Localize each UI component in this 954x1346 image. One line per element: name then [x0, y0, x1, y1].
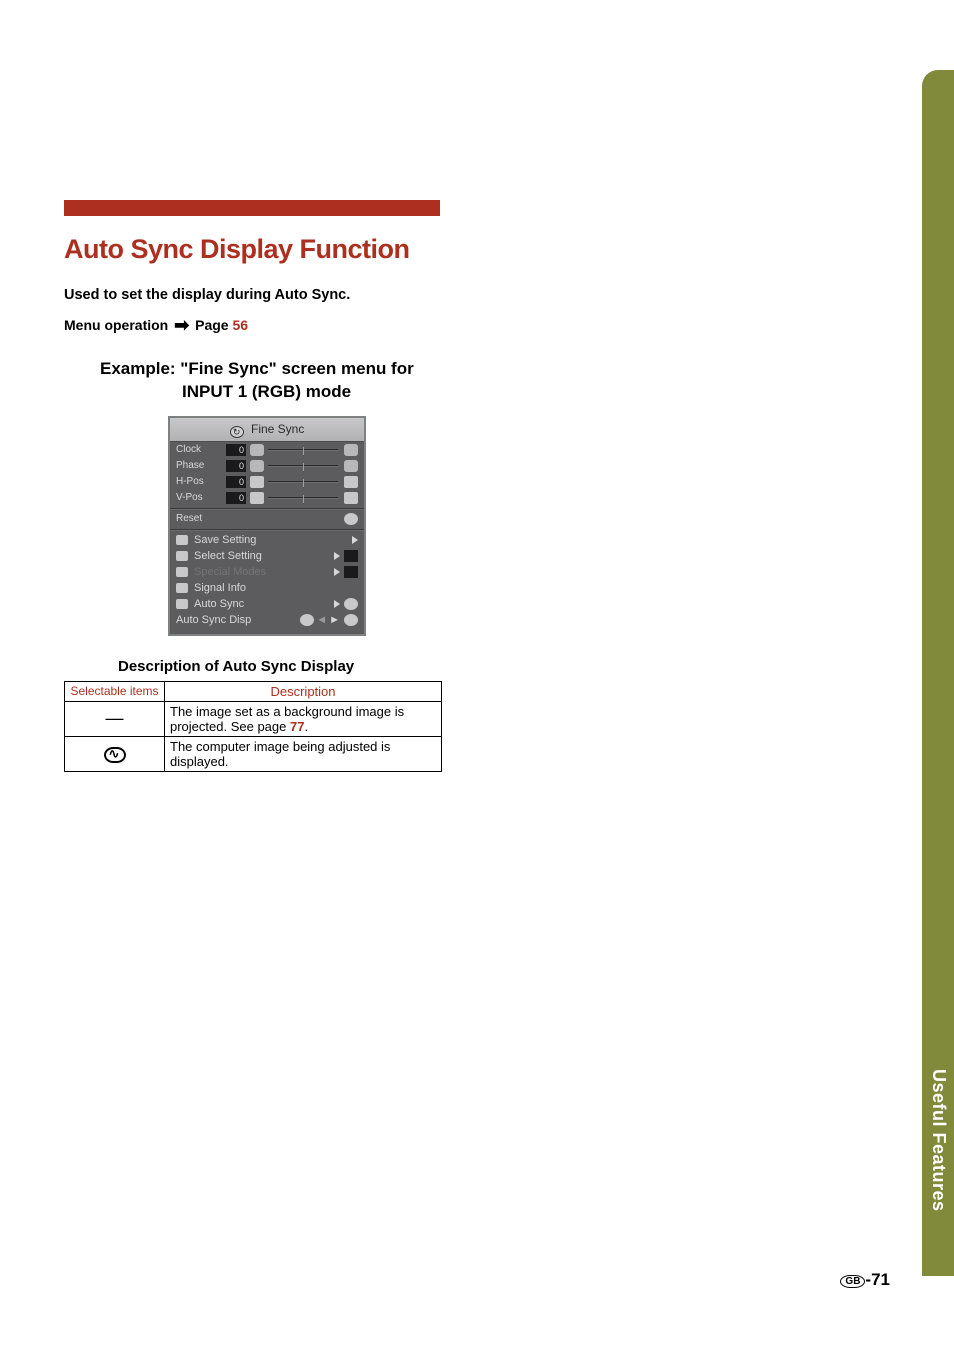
page-title: Auto Sync Display Function	[64, 234, 884, 265]
osd-slider	[268, 465, 338, 467]
slider-icon	[344, 444, 358, 456]
table-row: The computer image being adjusted is dis…	[65, 736, 442, 771]
table-cell: The computer image being adjusted is dis…	[165, 736, 442, 771]
example-line2: INPUT 1 (RGB) mode	[100, 381, 884, 404]
osd-row: Phase0	[170, 458, 364, 474]
osd-value: 0	[226, 492, 246, 504]
wave-icon	[104, 747, 126, 763]
region-badge: GB	[840, 1275, 865, 1288]
menu-op-page-label: Page	[195, 317, 228, 333]
diamond-icon	[176, 551, 188, 561]
osd-value: 0	[226, 476, 246, 488]
status-icon	[344, 598, 358, 610]
page-num-value: -71	[865, 1270, 890, 1289]
osd-row: V-Pos0	[170, 490, 364, 506]
table-row: Selectable items Description	[65, 681, 442, 701]
osd-screenshot: ↻ Fine Sync Clock0 Phase0 H-Pos0 V-Pos0 …	[168, 416, 366, 636]
opt-icon	[300, 614, 314, 626]
osd-row: Save Setting	[170, 532, 364, 548]
dash-icon: —	[106, 708, 124, 728]
desc-suffix: .	[304, 719, 308, 734]
divider	[170, 529, 364, 530]
osd-header-text: Fine Sync	[251, 422, 304, 436]
osd-label: Reset	[176, 513, 226, 524]
table-header: Description	[165, 681, 442, 701]
menu-op-prefix: Menu operation	[64, 317, 168, 333]
osd-label: Phase	[176, 460, 226, 471]
osd-item-label: Auto Sync	[194, 598, 244, 610]
example-heading: Example: "Fine Sync" screen menu for INP…	[100, 358, 884, 404]
arrow-right-icon	[334, 600, 340, 608]
osd-item-label: Save Setting	[194, 534, 256, 546]
osd-row: Special Modes	[170, 564, 364, 580]
osd-item-label: Special Modes	[194, 566, 266, 578]
example-line1: Example: "Fine Sync" screen menu for	[100, 359, 414, 378]
arrow-icon: ➡	[174, 315, 189, 336]
slider-icon	[344, 492, 358, 504]
sync-icon: ↻	[230, 426, 244, 438]
osd-slider	[268, 497, 338, 499]
slider-icon	[250, 476, 264, 488]
osd-slider	[268, 449, 338, 451]
slider-icon	[250, 492, 264, 504]
description-title: Description of Auto Sync Display	[118, 658, 884, 675]
osd-label: V-Pos	[176, 492, 226, 503]
table-cell: —	[65, 701, 165, 736]
arrow-right-icon	[334, 552, 340, 560]
osd-row: Reset	[170, 511, 364, 527]
table-cell: The image set as a background image is p…	[165, 701, 442, 736]
osd-label: H-Pos	[176, 476, 226, 487]
menu-op-page-link[interactable]: 56	[232, 317, 248, 333]
table-header: Selectable items	[65, 681, 165, 701]
arrow-right-icon	[334, 568, 340, 576]
osd-slider	[268, 481, 338, 483]
osd-row: Signal Info	[170, 580, 364, 596]
sync-icon	[176, 599, 188, 609]
box-icon	[344, 550, 358, 562]
osd-row: Auto Sync	[170, 596, 364, 612]
desc-text: The image set as a background image is p…	[170, 704, 404, 734]
modes-icon	[176, 567, 188, 577]
menu-operation-line: Menu operation ➡ Page 56	[64, 315, 884, 336]
slider-icon	[344, 476, 358, 488]
page-subtitle: Used to set the display during Auto Sync…	[64, 287, 884, 303]
osd-row: Auto Sync Disp ◄►	[170, 612, 364, 628]
osd-item-label: Signal Info	[194, 582, 246, 594]
osd-row: Select Setting	[170, 548, 364, 564]
arrow-right-icon	[352, 536, 358, 544]
osd-value: 0	[226, 460, 246, 472]
side-tab-label: Useful Features	[928, 1069, 949, 1212]
arrow-right-icon: ►	[329, 614, 340, 626]
osd-item-label: Select Setting	[194, 550, 262, 562]
osd-value: 0	[226, 444, 246, 456]
diamond-icon	[176, 535, 188, 545]
slider-icon	[250, 460, 264, 472]
info-icon	[176, 583, 188, 593]
osd-row: Clock0	[170, 442, 364, 458]
slider-icon	[344, 460, 358, 472]
page-content: Auto Sync Display Function Used to set t…	[64, 200, 884, 772]
osd-item-label: Auto Sync Disp	[176, 614, 251, 626]
box-icon	[344, 566, 358, 578]
side-tab: Useful Features	[922, 70, 954, 1276]
table-row: — The image set as a background image is…	[65, 701, 442, 736]
page-number: GB-71	[840, 1270, 890, 1290]
page-link[interactable]: 77	[290, 719, 304, 734]
opt-icon	[344, 614, 358, 626]
slider-icon	[250, 444, 264, 456]
divider	[170, 508, 364, 509]
desc-text: The computer image being adjusted is dis…	[170, 739, 390, 769]
osd-row: H-Pos0	[170, 474, 364, 490]
table-cell	[65, 736, 165, 771]
reset-icon	[344, 513, 358, 525]
decorative-bar	[64, 200, 440, 216]
arrow-left-icon: ◄	[316, 614, 327, 626]
osd-header: ↻ Fine Sync	[170, 418, 364, 442]
description-table: Selectable items Description — The image…	[64, 681, 442, 772]
osd-label: Clock	[176, 444, 226, 455]
